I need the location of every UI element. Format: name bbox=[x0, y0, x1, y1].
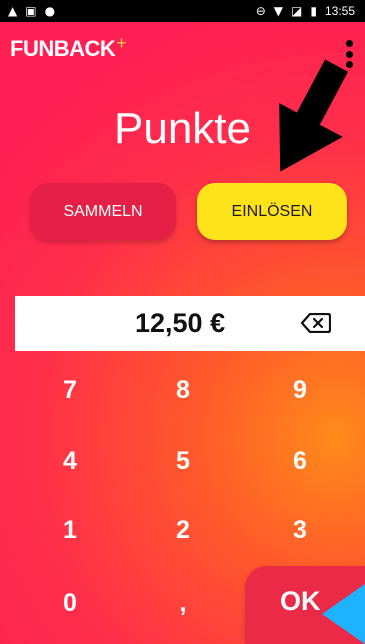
page-title: Punkte bbox=[114, 104, 251, 153]
alert-icon: ▲ bbox=[8, 4, 18, 18]
wifi-icon: ▼ bbox=[273, 4, 284, 18]
image-icon: ▣ bbox=[25, 4, 37, 18]
redeem-button[interactable]: EINLÖSEN bbox=[197, 183, 347, 240]
key-7[interactable]: 7 bbox=[35, 365, 105, 415]
dot-icon: ● bbox=[44, 4, 56, 18]
key-6[interactable]: 6 bbox=[265, 436, 335, 486]
key-9[interactable]: 9 bbox=[265, 365, 335, 415]
key-8[interactable]: 8 bbox=[148, 365, 218, 415]
app-logo: FUNBACK+ bbox=[10, 33, 127, 62]
status-time: 13:55 bbox=[324, 4, 355, 18]
key-0[interactable]: 0 bbox=[35, 578, 105, 628]
amount-value: 12,50 € bbox=[135, 308, 226, 338]
ok-label: OK bbox=[280, 586, 321, 616]
status-bar: ▲ ▣ ● ⊖ ▼ ◪ ▮ 13:55 bbox=[0, 0, 365, 22]
amount-display: 12,50 € bbox=[15, 296, 365, 351]
key-3[interactable]: 3 bbox=[265, 505, 335, 555]
do-not-disturb-icon: ⊖ bbox=[255, 4, 266, 18]
key-2[interactable]: 2 bbox=[148, 505, 218, 555]
status-right-icons: ⊖ ▼ ◪ ▮ 13:55 bbox=[256, 4, 365, 18]
key-comma[interactable]: , bbox=[148, 578, 218, 628]
collect-button[interactable]: SAMMELN bbox=[30, 183, 176, 240]
logo-plus: + bbox=[116, 33, 127, 53]
app-screen: ▲ ▣ ● ⊖ ▼ ◪ ▮ 13:55 FUNBACK+ Punkte SAMM… bbox=[0, 0, 365, 644]
battery-icon: ▮ bbox=[310, 4, 317, 18]
no-sim-icon: ◪ bbox=[291, 4, 303, 18]
key-1[interactable]: 1 bbox=[35, 505, 105, 555]
pointer-cursor-icon bbox=[322, 584, 365, 644]
key-5[interactable]: 5 bbox=[148, 436, 218, 486]
backspace-icon[interactable] bbox=[301, 313, 331, 333]
status-left-icons: ▲ ▣ ● bbox=[0, 5, 55, 17]
logo-text: FUNBACK bbox=[10, 36, 116, 61]
key-4[interactable]: 4 bbox=[35, 436, 105, 486]
